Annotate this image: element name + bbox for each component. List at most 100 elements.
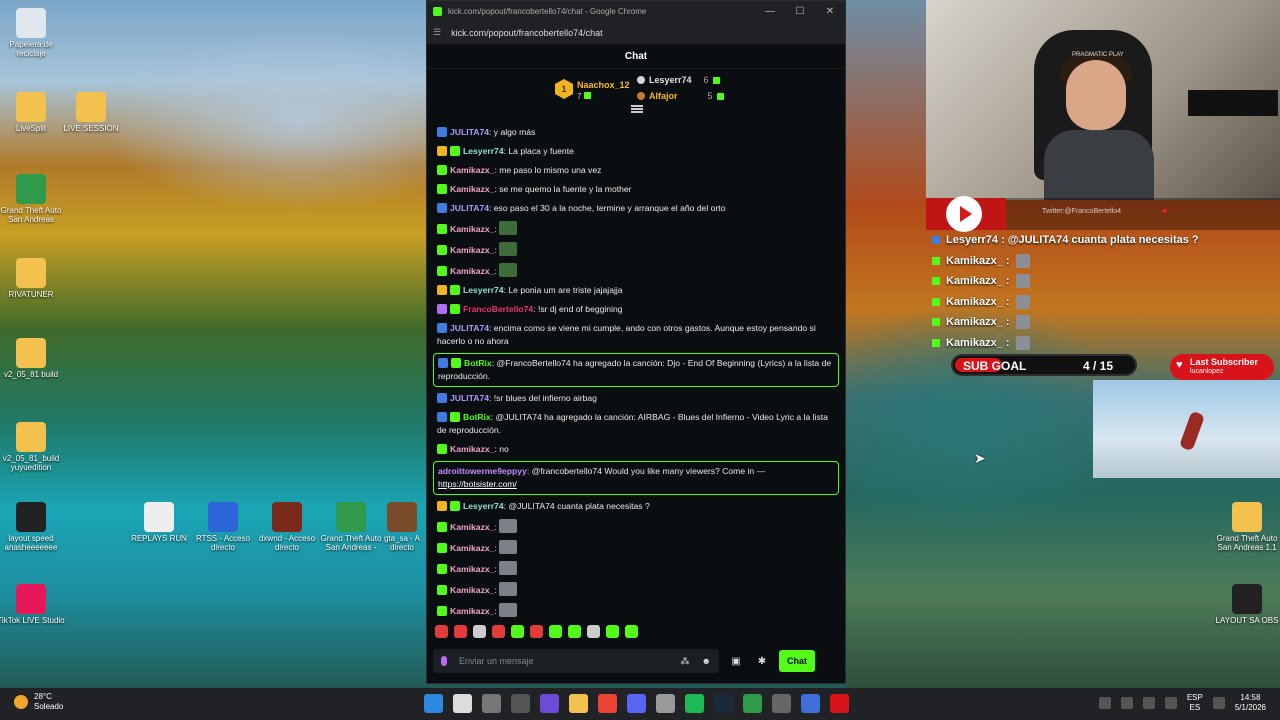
chat-username[interactable]: Kamikazx_ xyxy=(450,522,494,532)
chat-message[interactable]: BotRix: @FrancoBertello74 ha agregado la… xyxy=(433,353,839,387)
chat-username[interactable]: Kamikazx_ xyxy=(450,444,494,454)
desktop-icon[interactable]: gta_sa - A directo xyxy=(378,502,426,553)
site-settings-icon[interactable]: ☰ xyxy=(433,27,441,38)
network-icon[interactable] xyxy=(1120,697,1133,709)
chat-emote[interactable] xyxy=(499,582,518,596)
address-bar[interactable]: ☰ kick.com/popout/francobertello74/chat xyxy=(427,21,845,45)
weather-widget[interactable]: 28°C Soleado xyxy=(14,692,63,712)
desktop-icon[interactable]: v2_05_81 build xyxy=(0,338,66,380)
chat-message[interactable]: JULITA74: y algo más xyxy=(433,123,839,142)
chat-emote[interactable] xyxy=(499,561,518,575)
minimize-button[interactable]: — xyxy=(755,6,785,17)
chat-username[interactable]: Lesyerr74 xyxy=(463,285,504,295)
chat-message[interactable]: Kamikazx_: xyxy=(433,516,839,537)
chat-username[interactable]: JULITA74 xyxy=(450,393,489,403)
chat-message[interactable]: Kamikazx_: xyxy=(433,579,839,600)
taskbar-app-icon[interactable] xyxy=(453,694,472,713)
chat-message[interactable]: Lesyerr74: Le ponia um are triste jajaja… xyxy=(433,281,839,300)
desktop-icon[interactable]: RTSS - Acceso directo xyxy=(188,502,258,553)
chat-message[interactable]: JULITA74: eso paso el 30 a la noche, ter… xyxy=(433,199,839,218)
tray-chevron-icon[interactable] xyxy=(1098,697,1111,709)
clock[interactable]: 14:58 5/1/2026 xyxy=(1235,693,1266,713)
chat-message[interactable]: Kamikazx_: xyxy=(433,558,839,579)
chat-message[interactable]: Kamikazx_: me paso lo mismo una vez xyxy=(433,161,839,180)
chat-username[interactable]: Lesyerr74 xyxy=(463,501,504,511)
emoji-icon[interactable]: ☻ xyxy=(702,656,711,667)
chat-message[interactable]: JULITA74: encima como se viene mi cumple… xyxy=(433,319,839,351)
desktop-icon[interactable]: TikTok LIVE Studio xyxy=(0,584,66,626)
desktop-icon[interactable]: Grand Theft Auto San Andreas 1.1 xyxy=(1212,502,1280,553)
desktop-icon[interactable]: Papelera de reciclaje xyxy=(0,8,66,59)
chat-username[interactable]: Kamikazx_ xyxy=(450,245,494,255)
language-indicator[interactable]: ESP ES xyxy=(1187,693,1203,713)
volume-icon[interactable] xyxy=(1212,697,1225,709)
taskbar-app-icon[interactable] xyxy=(714,694,733,713)
desktop-icon[interactable]: Grand Theft Auto San Andreas - xyxy=(316,502,386,553)
taskbar-app-icon[interactable] xyxy=(772,694,791,713)
chat-message[interactable]: JULITA74: !sr blues del infierno airbag xyxy=(433,389,839,408)
window-titlebar[interactable]: kick.com/popout/francobertello74/chat - … xyxy=(427,1,845,21)
chat-message[interactable]: Kamikazx_: xyxy=(433,600,839,619)
quick-emote[interactable] xyxy=(568,625,581,638)
chat-message[interactable]: Lesyerr74: @JULITA74 cuanta plata necesi… xyxy=(433,497,839,516)
chat-username[interactable]: Kamikazx_ xyxy=(450,585,494,595)
desktop-icon[interactable]: v2_05_81_build yuyuedition xyxy=(0,422,66,473)
gift-box-icon[interactable]: ▣ xyxy=(727,656,745,667)
taskbar-app-icon[interactable] xyxy=(743,694,762,713)
taskbar-app-icon[interactable] xyxy=(830,694,849,713)
chat-message[interactable]: Kamikazx_: xyxy=(433,239,839,260)
chat-messages[interactable]: JULITA74: y algo más Lesyerr74: La placa … xyxy=(433,123,839,619)
chat-message[interactable]: FrancoBertello74: !sr dj end of begginin… xyxy=(433,300,839,319)
chat-emote[interactable] xyxy=(499,263,518,277)
desktop-icon[interactable]: REPLAYS RUN xyxy=(124,502,194,544)
chat-username[interactable]: JULITA74 xyxy=(450,127,489,137)
chat-username[interactable]: JULITA74 xyxy=(450,203,489,213)
chat-message[interactable]: Kamikazx_: se me quemo la fuente y la mo… xyxy=(433,180,839,199)
taskbar-app-icon[interactable] xyxy=(424,694,443,713)
taskbar-app-icon[interactable] xyxy=(685,694,704,713)
chat-message[interactable]: adroittowerme9eppyy: @francobertello74 W… xyxy=(433,461,839,495)
settings-gear-icon[interactable]: ✱ xyxy=(753,656,771,667)
quick-emote[interactable] xyxy=(454,625,467,638)
chat-message[interactable]: Kamikazx_: xyxy=(433,537,839,558)
chat-username[interactable]: Kamikazx_ xyxy=(450,165,494,175)
taskbar-app-icon[interactable] xyxy=(801,694,820,713)
chat-filter-icon[interactable] xyxy=(631,105,643,107)
taskbar-app-icon[interactable] xyxy=(598,694,617,713)
chat-emote[interactable] xyxy=(499,540,518,554)
chat-username[interactable]: BotRix xyxy=(463,412,491,422)
taskbar-app-icon[interactable] xyxy=(627,694,646,713)
chat-username[interactable]: Lesyerr74 xyxy=(463,146,504,156)
chat-message[interactable]: Kamikazx_: xyxy=(433,218,839,239)
chat-username[interactable]: BotRix xyxy=(464,358,492,368)
taskbar-app-icon[interactable] xyxy=(656,694,675,713)
taskbar-app-icon[interactable] xyxy=(511,694,530,713)
translate-icon[interactable]: ⁂ xyxy=(681,656,690,667)
cloud-icon[interactable] xyxy=(1142,697,1155,709)
quick-emote[interactable] xyxy=(511,625,524,638)
chat-emote[interactable] xyxy=(499,603,518,617)
desktop-icon[interactable]: RIVATUNER xyxy=(0,258,66,300)
chat-username[interactable]: FrancoBertello74 xyxy=(463,304,533,314)
chat-username[interactable]: Kamikazx_ xyxy=(450,224,494,234)
chat-username[interactable]: adroittowerme9eppyy xyxy=(438,466,527,476)
taskbar-app-icon[interactable] xyxy=(569,694,588,713)
chat-username[interactable]: Kamikazx_ xyxy=(450,606,494,616)
chat-emote[interactable] xyxy=(499,519,518,533)
chat-username[interactable]: Kamikazx_ xyxy=(450,184,494,194)
chat-username[interactable]: Kamikazx_ xyxy=(450,266,494,276)
taskbar-app-icon[interactable] xyxy=(482,694,501,713)
chat-message[interactable]: Lesyerr74: La placa y fuente xyxy=(433,142,839,161)
chat-message[interactable]: BotRix: @JULITA74 ha agregado la canción… xyxy=(433,408,839,440)
send-chat-button[interactable]: Chat xyxy=(779,650,815,672)
quick-emote[interactable] xyxy=(530,625,543,638)
leaderboard-third[interactable]: Alfajor 5 xyxy=(637,91,724,101)
chat-username[interactable]: JULITA74 xyxy=(450,323,489,333)
quick-emote[interactable] xyxy=(625,625,638,638)
desktop-icon[interactable]: LIVE SESSION xyxy=(56,92,126,134)
desktop-icon[interactable]: layout speed anasheeeeeee xyxy=(0,502,66,553)
chat-username[interactable]: Kamikazx_ xyxy=(450,543,494,553)
chat-emote[interactable] xyxy=(499,242,518,256)
chat-username[interactable]: Kamikazx_ xyxy=(450,564,494,574)
chat-message[interactable]: Kamikazx_: no xyxy=(433,440,839,459)
